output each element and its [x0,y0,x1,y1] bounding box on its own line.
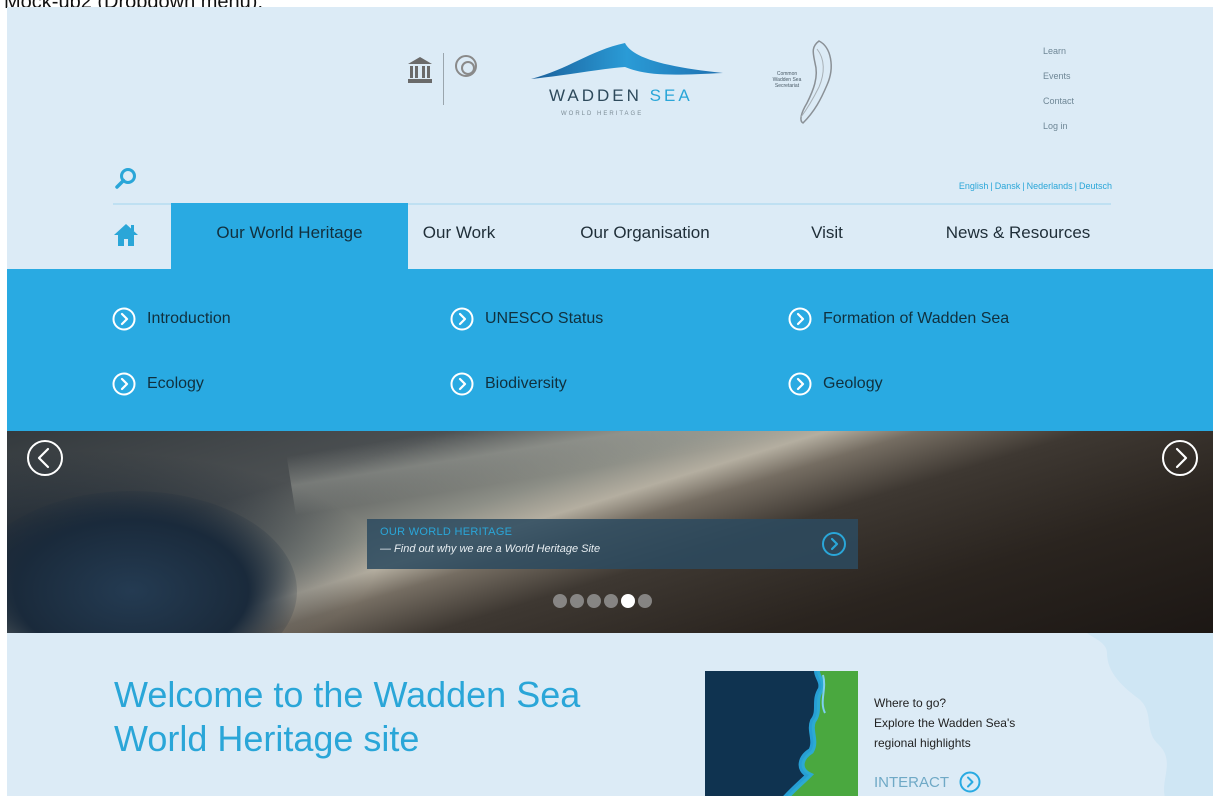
chevron-right-circle-icon[interactable] [1160,438,1200,478]
utility-nav: Learn Events Contact Log in [1043,39,1074,139]
chevron-right-circle-icon [959,771,981,793]
chevron-right-circle-icon [788,307,812,331]
wadden-sea-logo[interactable]: WADDEN SEA WORLD HERITAGE [529,39,725,125]
dropdown-item-biodiversity[interactable]: Biodiversity [450,371,567,397]
hero-slider: OUR WORLD HERITAGE — Find out why we are… [7,431,1213,633]
language-link-deutsch[interactable]: Deutsch [1079,181,1112,191]
dropdown-item-formation[interactable]: Formation of Wadden Sea [788,306,1009,332]
unesco-temple-icon [408,57,432,83]
dropdown-item-unesco-status[interactable]: UNESCO Status [450,306,603,332]
nav-item-our-organisation[interactable]: Our Organisation [557,203,733,269]
secretariat-logo[interactable]: Common Wadden Sea Secretariat [767,37,837,129]
unesco-logo [387,51,505,109]
map-promo-line-2: Explore the Wadden Sea's [874,716,1016,730]
slider-dot[interactable] [553,594,567,608]
hero-water-shading [7,491,297,633]
dropdown-item-label: Introduction [147,310,231,327]
interact-link[interactable]: INTERACT [874,771,981,793]
website-page: WADDEN SEA WORLD HERITAGE Common Wadden … [7,7,1213,796]
dropdown-item-label: Geology [823,375,883,392]
search-icon[interactable] [114,167,138,191]
chevron-right-circle-icon [112,372,136,396]
nav-item-our-world-heritage[interactable]: Our World Heritage [171,203,408,269]
interact-label: INTERACT [874,773,949,791]
world-heritage-emblem-icon [455,55,477,77]
background-coastline-graphic [1087,633,1213,796]
nav-item-our-work[interactable]: Our Work [408,203,510,269]
map-promo-line-1: Where to go? [874,696,947,710]
logo-subtitle: WORLD HERITAGE [561,111,644,117]
dropdown-item-geology[interactable]: Geology [788,371,883,397]
slider-dot[interactable] [638,594,652,608]
slider-dot[interactable] [621,594,635,608]
slider-dot[interactable] [570,594,584,608]
slider-dot[interactable] [604,594,618,608]
dropdown-item-label: Ecology [147,375,204,392]
dropdown-item-ecology[interactable]: Ecology [112,371,204,397]
nav-item-visit[interactable]: Visit [789,203,865,269]
chevron-right-circle-icon [450,307,474,331]
language-link-nederlands[interactable]: Nederlands [1027,181,1073,191]
utility-link-contact[interactable]: Contact [1043,89,1074,114]
chevron-left-circle-icon[interactable] [25,438,65,478]
nav-item-news-resources[interactable]: News & Resources [912,203,1124,269]
home-button[interactable] [113,203,171,269]
home-icon [114,224,138,246]
wave-icon [531,43,723,79]
hero-caption[interactable]: OUR WORLD HERITAGE — Find out why we are… [367,519,858,569]
chevron-right-circle-icon [450,372,474,396]
main-nav: Our World Heritage Our Work Our Organisa… [7,203,1213,269]
logo-title: WADDEN SEA [549,86,693,105]
map-image [705,671,858,796]
dropdown-item-label: Formation of Wadden Sea [823,310,1010,327]
slider-dot[interactable] [587,594,601,608]
dropdown-menu: Introduction UNESCO Status Formation of … [7,269,1213,431]
language-link-dansk[interactable]: Dansk [995,181,1021,191]
hero-sand-sheen [286,431,988,516]
chevron-right-circle-icon [788,372,812,396]
region-map-thumbnail[interactable] [705,671,858,796]
language-switcher: English | Dansk | Nederlands | Deutsch [959,181,1112,191]
slider-dots [553,594,652,608]
utility-link-events[interactable]: Events [1043,64,1074,89]
utility-link-learn[interactable]: Learn [1043,39,1074,64]
map-promo-line-3: regional highlights [874,736,971,750]
hero-caption-title: OUR WORLD HERITAGE [380,526,513,538]
hero-caption-subtitle: — Find out why we are a World Heritage S… [380,543,601,555]
chevron-right-circle-icon[interactable] [821,531,847,557]
dropdown-item-introduction[interactable]: Introduction [112,306,231,332]
utility-link-login[interactable]: Log in [1043,114,1074,139]
unesco-divider [443,53,444,105]
map-promo-text: Where to go? Explore the Wadden Sea's re… [874,693,1015,753]
language-link-english[interactable]: English [959,181,989,191]
dropdown-item-label: UNESCO Status [485,310,604,327]
dropdown-item-label: Biodiversity [485,375,567,392]
secretariat-text: Common Wadden Sea Secretariat [772,71,802,89]
welcome-title: Welcome to the Wadden Sea World Heritage… [114,674,581,759]
chevron-right-circle-icon [112,307,136,331]
